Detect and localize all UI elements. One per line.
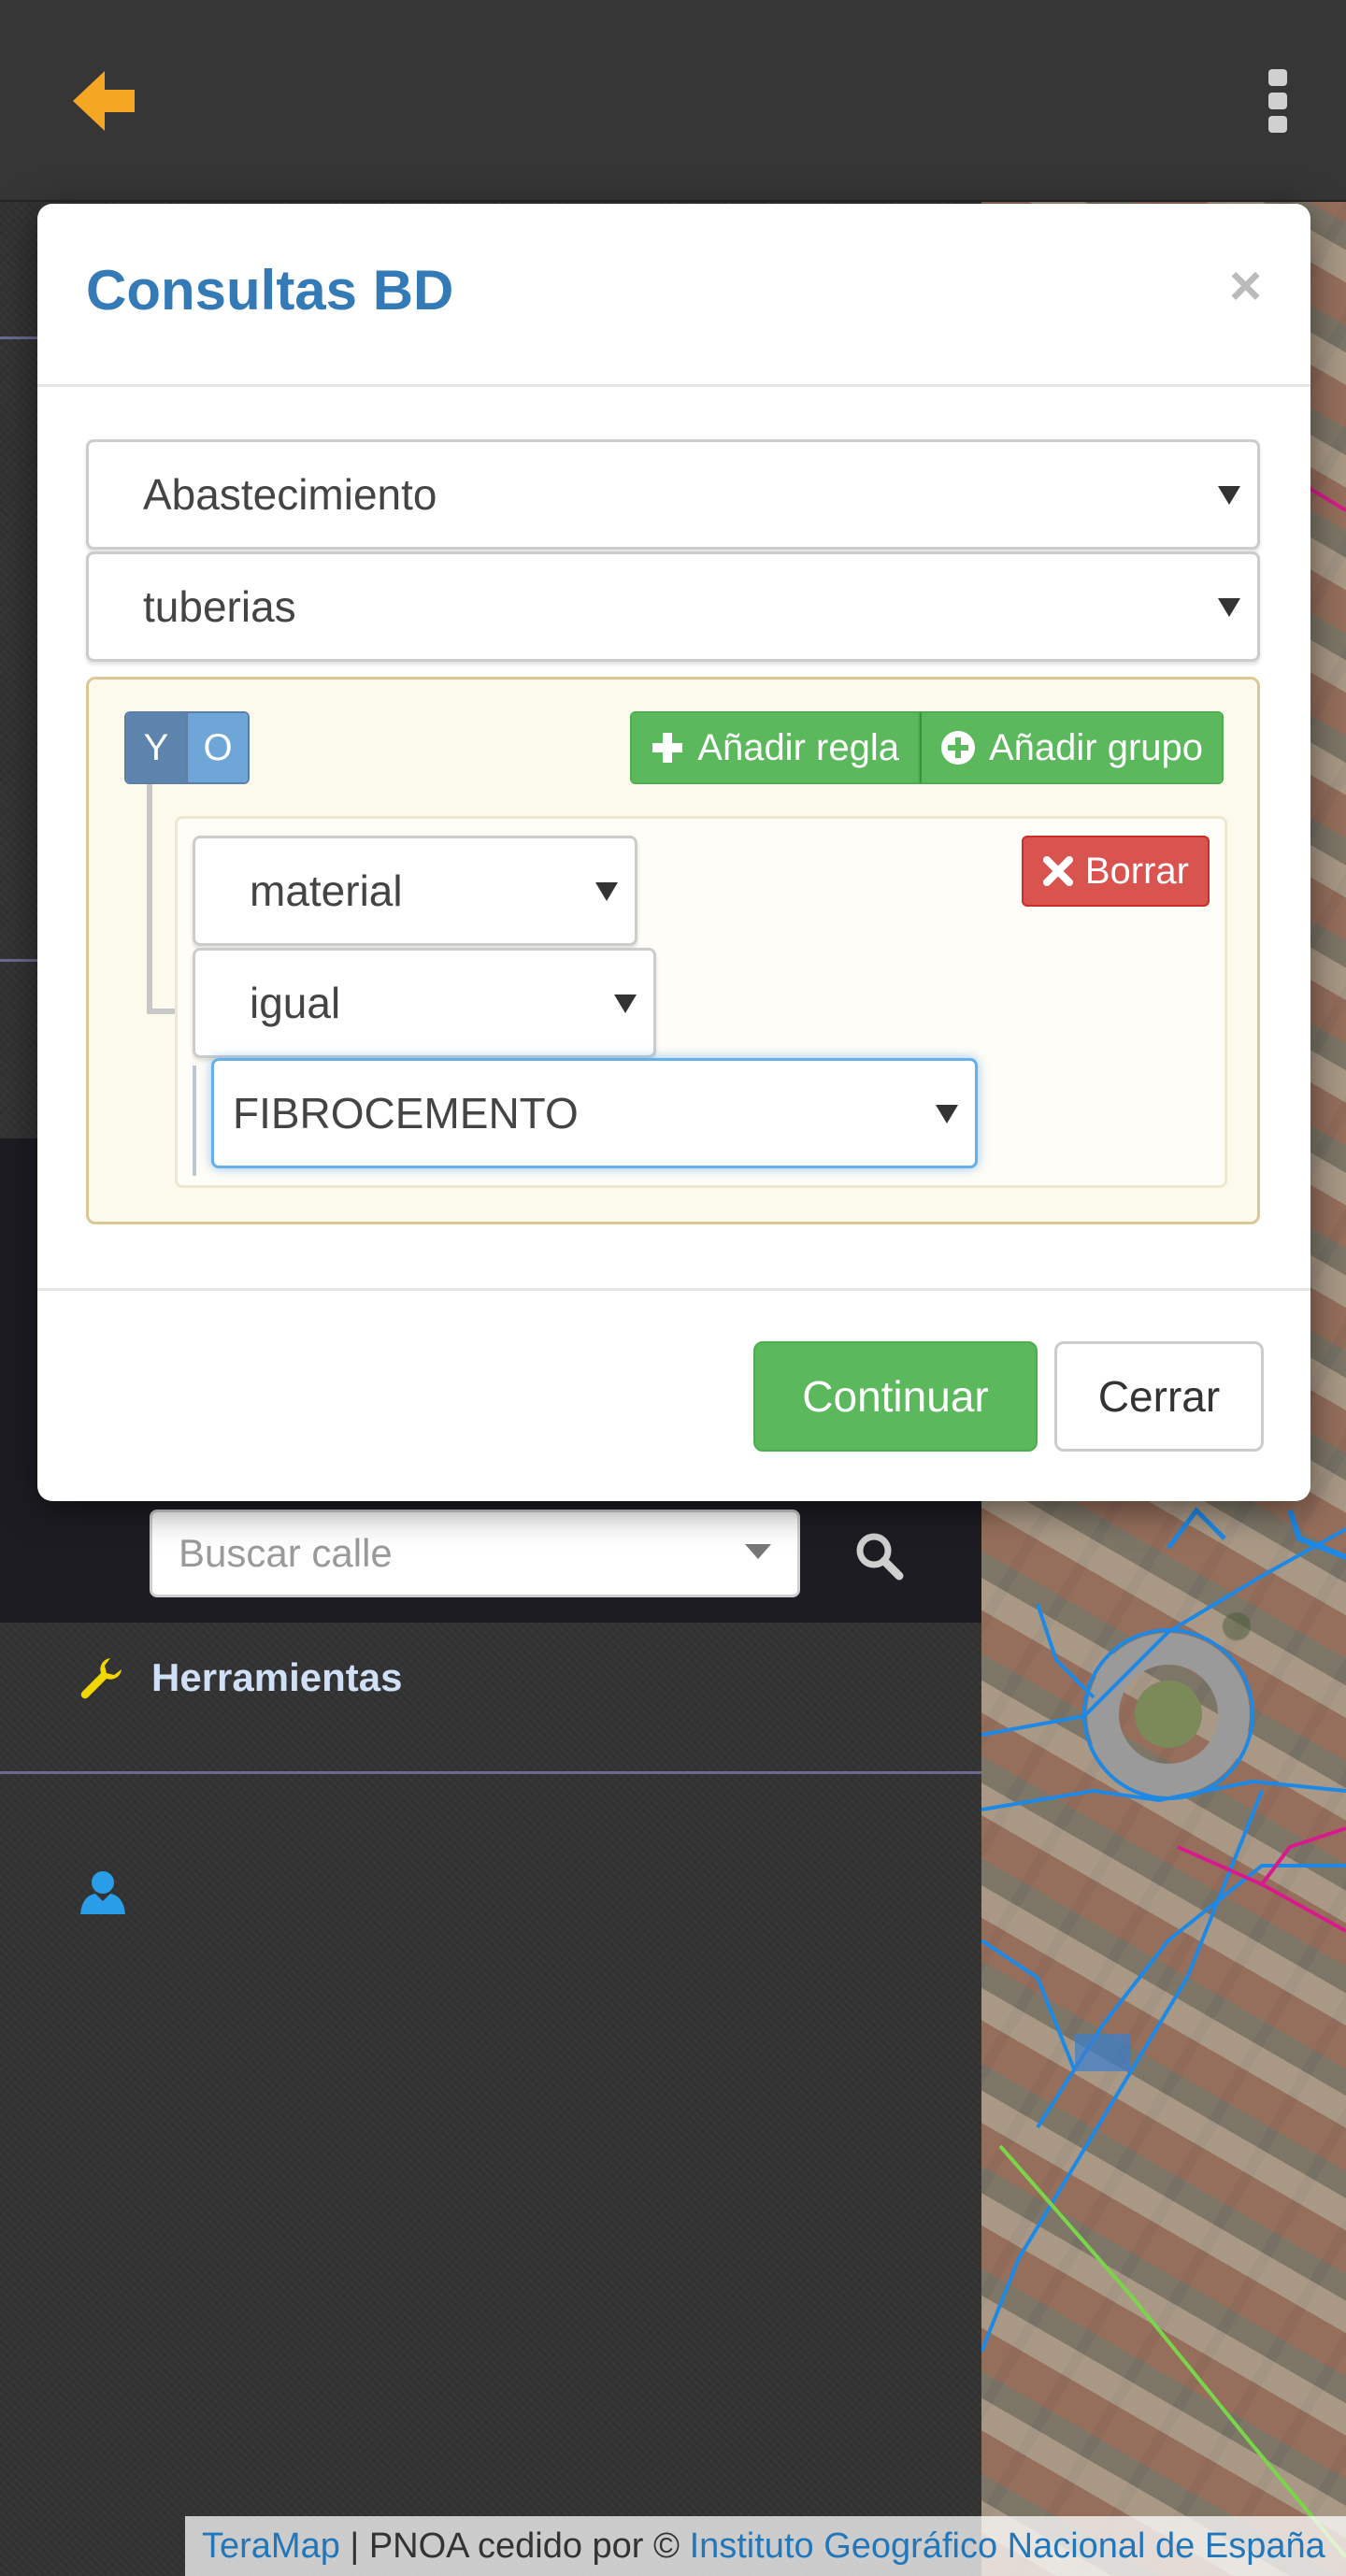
- add-group-label: Añadir grupo: [988, 726, 1203, 768]
- add-group-button[interactable]: Añadir grupo: [919, 711, 1224, 784]
- continue-button[interactable]: Continuar: [753, 1341, 1038, 1452]
- chevron-down-icon: [614, 995, 637, 1013]
- teramap-link[interactable]: TeraMap: [202, 2526, 340, 2566]
- close-icon[interactable]: ×: [1229, 258, 1262, 314]
- rule-operator-select[interactable]: igual: [193, 948, 656, 1058]
- chevron-down-icon: [936, 1105, 958, 1123]
- rule-operator-value: igual: [250, 979, 341, 1027]
- table-select[interactable]: tuberias: [86, 551, 1260, 662]
- rule-value-select[interactable]: FIBROCEMENTO: [211, 1058, 978, 1168]
- sidebar-item-tools[interactable]: Herramientas: [79, 1645, 402, 1710]
- delete-rule-label: Borrar: [1084, 850, 1189, 892]
- search-icon[interactable]: [852, 1529, 905, 1581]
- street-search-input[interactable]: [152, 1512, 797, 1595]
- top-app-bar: [0, 0, 1346, 202]
- rule-value-text: FIBROCEMENTO: [233, 1089, 579, 1138]
- street-search-select[interactable]: [150, 1510, 800, 1597]
- condition-toggle: Y O: [124, 711, 250, 784]
- plus-icon: [652, 733, 683, 763]
- sidebar-divider: [0, 1771, 981, 1774]
- attribution-text: | PNOA cedido por ©: [339, 2526, 690, 2566]
- rule-field-select[interactable]: material: [193, 836, 637, 946]
- query-rule: Borrar material igual FIBROCEMENTO: [175, 816, 1227, 1188]
- sidebar-item-label: Herramientas: [151, 1655, 403, 1699]
- plus-circle-icon: [940, 731, 975, 765]
- tree-connector: [147, 784, 152, 1014]
- chevron-down-icon: [1218, 486, 1240, 505]
- add-rule-label: Añadir regla: [697, 726, 899, 768]
- map-attribution: TeraMap | PNOA cedido por © Instituto Ge…: [185, 2516, 1346, 2576]
- chevron-down-icon: [745, 1544, 771, 1559]
- add-rule-button[interactable]: Añadir regla: [630, 711, 920, 784]
- rule-field-value: material: [250, 866, 403, 915]
- wrench-icon: [80, 1658, 122, 1699]
- kebab-menu-icon[interactable]: [1264, 67, 1292, 135]
- query-builder-group: Y O Añadir regla Añadir grupo Borrar mat…: [86, 677, 1260, 1224]
- user-icon[interactable]: [79, 1869, 127, 1916]
- query-dialog: Consultas BD × Abastecimiento tuberias Y…: [37, 204, 1310, 1501]
- dialog-footer: Continuar Cerrar: [37, 1288, 1310, 1501]
- ign-link[interactable]: Instituto Geográfico Nacional de España: [690, 2526, 1325, 2566]
- layer-select[interactable]: Abastecimiento: [86, 439, 1260, 550]
- back-arrow-icon[interactable]: [65, 64, 140, 138]
- chevron-down-icon: [595, 882, 618, 901]
- dialog-title: Consultas BD: [86, 259, 454, 322]
- group-actions: Añadir regla Añadir grupo: [630, 711, 1224, 784]
- dialog-header: Consultas BD ×: [37, 204, 1310, 387]
- table-select-value: tuberias: [143, 582, 296, 631]
- chevron-down-icon: [1218, 598, 1240, 617]
- condition-and-button[interactable]: Y: [126, 713, 186, 782]
- delete-rule-button[interactable]: Borrar: [1021, 836, 1210, 907]
- layer-select-value: Abastecimiento: [143, 470, 437, 519]
- rule-value-indicator: [193, 1066, 196, 1176]
- close-button[interactable]: Cerrar: [1054, 1341, 1264, 1452]
- x-icon: [1042, 856, 1073, 886]
- condition-or-button[interactable]: O: [186, 713, 248, 782]
